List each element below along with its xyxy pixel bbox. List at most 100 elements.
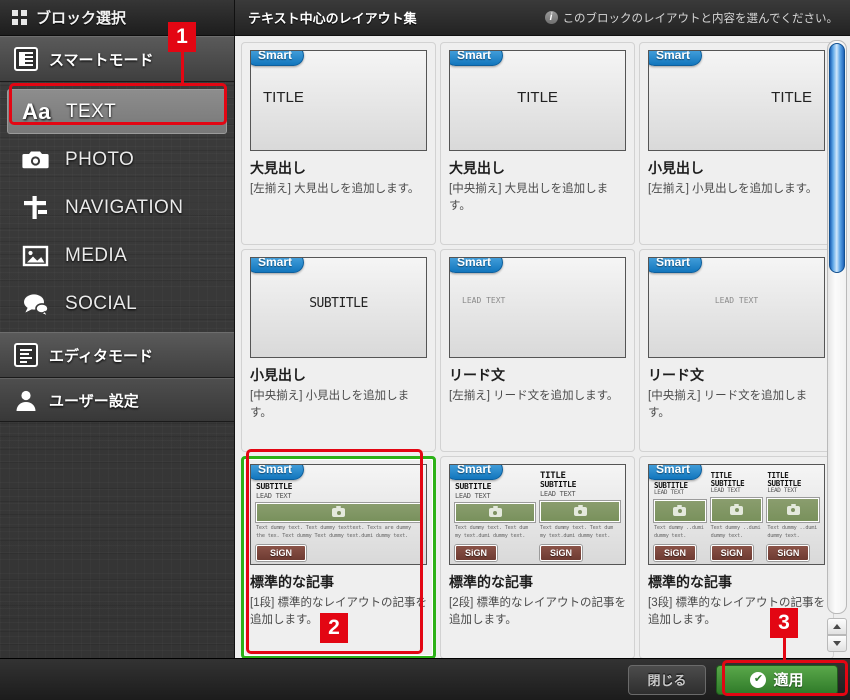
main-panel: テキスト中心のレイアウト集 i このブロックのレイアウトと内容を選んでください。… — [235, 0, 850, 658]
sidebar-item-media[interactable]: MEDIA — [7, 233, 227, 278]
smart-badge: Smart — [450, 51, 504, 66]
callout-line-1 — [181, 50, 184, 85]
sign-button-preview: SiGN — [455, 545, 498, 561]
preview-body: Text dummy text. Text dum my text.dumi d… — [540, 525, 614, 540]
sign-button-preview: SiGN — [767, 545, 810, 561]
dialog-footer: 閉じる ✔ 適用 — [0, 658, 850, 700]
chevron-down-icon — [833, 641, 841, 646]
smart-badge: Smart — [450, 258, 504, 273]
aa-text-icon: Aa — [22, 98, 51, 124]
article-preview-2col: SUBTITLE LEAD TEXT Text dummy text. Text… — [455, 469, 620, 561]
navigation-icon — [21, 194, 51, 222]
layout-card[interactable]: Smart SUBTITLE LEAD TEXT Text dummy ..du… — [639, 456, 834, 658]
page-title: テキスト中心のレイアウト集 — [248, 11, 417, 26]
scroll-up-button[interactable] — [827, 618, 847, 635]
smart-badge: Smart — [251, 465, 305, 480]
smart-badge: Smart — [450, 465, 504, 480]
sidebar-category-list: Aa TEXT PHOTO NAVIGATION MEDIA SOCIAL — [0, 82, 234, 326]
sign-button-preview: SiGN — [256, 545, 307, 561]
scrollbar-thumb[interactable] — [829, 43, 845, 273]
card-description: [2段] 標準的なレイアウトの記事を追加します。 — [449, 597, 626, 626]
vertical-scrollbar[interactable] — [827, 40, 847, 652]
apply-button-label: 適用 — [773, 672, 804, 689]
layout-card[interactable]: Smart TITLE 大見出し [左揃え] 大見出しを追加します。 — [241, 42, 436, 245]
user-settings-label: ユーザー設定 — [49, 392, 139, 410]
callout-line-3 — [783, 635, 786, 663]
check-circle-icon: ✔ — [750, 671, 767, 688]
sidebar-item-navigation[interactable]: NAVIGATION — [7, 185, 227, 230]
sidebar-item-photo[interactable]: PHOTO — [7, 137, 227, 182]
sidebar-item-label-media: MEDIA — [65, 244, 128, 266]
card-name: リード文 — [449, 367, 505, 383]
smart-badge: Smart — [649, 51, 703, 66]
card-preview: Smart SUBTITLE — [250, 257, 427, 358]
editor-mode-label: エディタモード — [49, 347, 153, 365]
preview-lead: LEAD TEXT — [256, 491, 292, 500]
card-preview: Smart SUBTITLE LEAD TEXT Text dummy ..du… — [648, 464, 825, 565]
main-header: テキスト中心のレイアウト集 i このブロックのレイアウトと内容を選んでください。 — [235, 0, 850, 36]
chevron-up-icon — [833, 624, 841, 629]
preview-body: Text dummy ..dumi dummy text. — [710, 525, 761, 540]
sign-button-preview: SiGN — [710, 545, 753, 561]
close-button[interactable]: 閉じる — [628, 664, 706, 695]
layout-card[interactable]: Smart LEAD TEXT リード文 [左揃え] リード文を追加します。 — [440, 249, 635, 452]
article-preview-1col: SUBTITLE LEAD TEXT Text dummy text. Text… — [256, 469, 421, 561]
preview-body: Text dummy text. Text dummy texttext. Te… — [256, 525, 411, 540]
layout-card[interactable]: Smart TITLE 大見出し [中央揃え] 大見出しを追加します。 — [440, 42, 635, 245]
layout-card[interactable]: Smart SUBTITLE LEAD TEXT Text dummy text… — [440, 456, 635, 658]
preview-lead: LEAD TEXT — [654, 489, 684, 497]
photo-placeholder — [654, 500, 706, 523]
card-name: リード文 — [648, 367, 704, 383]
camera-icon — [573, 505, 587, 517]
preview-title: TITLE — [771, 89, 812, 106]
camera-icon — [786, 503, 800, 515]
preview-subtitle: SUBTITLE — [455, 482, 492, 491]
card-name: 標準的な記事 — [449, 574, 533, 590]
preview-title: LEAD TEXT — [714, 296, 759, 305]
card-name: 小見出し — [250, 367, 306, 383]
card-description: [中央揃え] リード文を追加します。 — [648, 390, 808, 419]
camera-icon — [332, 506, 345, 518]
article-column: SUBTITLE LEAD TEXT Text dummy ..dumi dum… — [654, 469, 706, 561]
card-name: 大見出し — [449, 160, 505, 176]
card-preview: Smart SUBTITLE LEAD TEXT Text dummy text… — [250, 464, 427, 565]
photo-placeholder — [455, 502, 535, 523]
sidebar: ブロック選択 スマートモード Aa TEXT PHOTO NAVIGATION … — [0, 0, 235, 658]
sidebar-header-title: ブロック選択 — [36, 10, 127, 27]
preview-title: TITLE — [263, 89, 304, 106]
sidebar-item-label-text: TEXT — [66, 100, 117, 122]
article-column: TITLE SUBTITLE LEAD TEXT Text dummy ..du… — [710, 469, 763, 561]
card-preview: Smart LEAD TEXT — [648, 257, 825, 358]
card-preview: Smart TITLE — [250, 50, 427, 151]
smart-badge: Smart — [251, 258, 305, 273]
preview-body: Text dummy ..dumi dummy text. — [767, 525, 818, 540]
preview-lead: LEAD TEXT — [540, 490, 576, 499]
photo-placeholder — [710, 498, 763, 523]
camera-icon — [673, 504, 687, 516]
sidebar-item-user-settings[interactable]: ユーザー設定 — [0, 378, 234, 422]
layout-card[interactable]: Smart TITLE 小見出し [左揃え] 小見出しを追加します。 — [639, 42, 834, 245]
layout-card[interactable]: Smart SUBTITLE 小見出し [中央揃え] 小見出しを追加します。 — [241, 249, 436, 452]
article-column: SUBTITLE LEAD TEXT Text dummy text. Text… — [256, 469, 421, 561]
article-preview-3col: SUBTITLE LEAD TEXT Text dummy ..dumi dum… — [654, 469, 820, 561]
sidebar-item-text[interactable]: Aa TEXT — [7, 89, 227, 134]
smart-badge: Smart — [649, 258, 703, 273]
card-description: [中央揃え] 大見出しを追加します。 — [449, 183, 609, 212]
speech-bubble-icon — [21, 290, 51, 318]
camera-icon — [488, 506, 502, 518]
article-column: SUBTITLE LEAD TEXT Text dummy text. Text… — [455, 469, 535, 561]
card-description: [左揃え] 小見出しを追加します。 — [648, 183, 818, 195]
editor-mode-icon — [14, 343, 38, 367]
preview-body: Text dummy text. Text dum my text.dumi d… — [455, 525, 529, 540]
card-name: 標準的な記事 — [648, 574, 732, 590]
card-preview: Smart TITLE — [449, 50, 626, 151]
apply-button[interactable]: ✔ 適用 — [716, 664, 838, 695]
scroll-down-button[interactable] — [827, 635, 847, 652]
card-preview: Smart SUBTITLE LEAD TEXT Text dummy text… — [449, 464, 626, 565]
layout-card[interactable]: Smart LEAD TEXT リード文 [中央揃え] リード文を追加します。 — [639, 249, 834, 452]
sidebar-item-smart-mode[interactable]: スマートモード — [0, 36, 234, 82]
scrollbar-track[interactable] — [827, 40, 847, 614]
hint-text: このブロックのレイアウトと内容を選んでください。 — [562, 12, 838, 25]
sidebar-item-social[interactable]: SOCIAL — [7, 281, 227, 326]
sidebar-item-editor-mode[interactable]: エディタモード — [0, 332, 234, 378]
